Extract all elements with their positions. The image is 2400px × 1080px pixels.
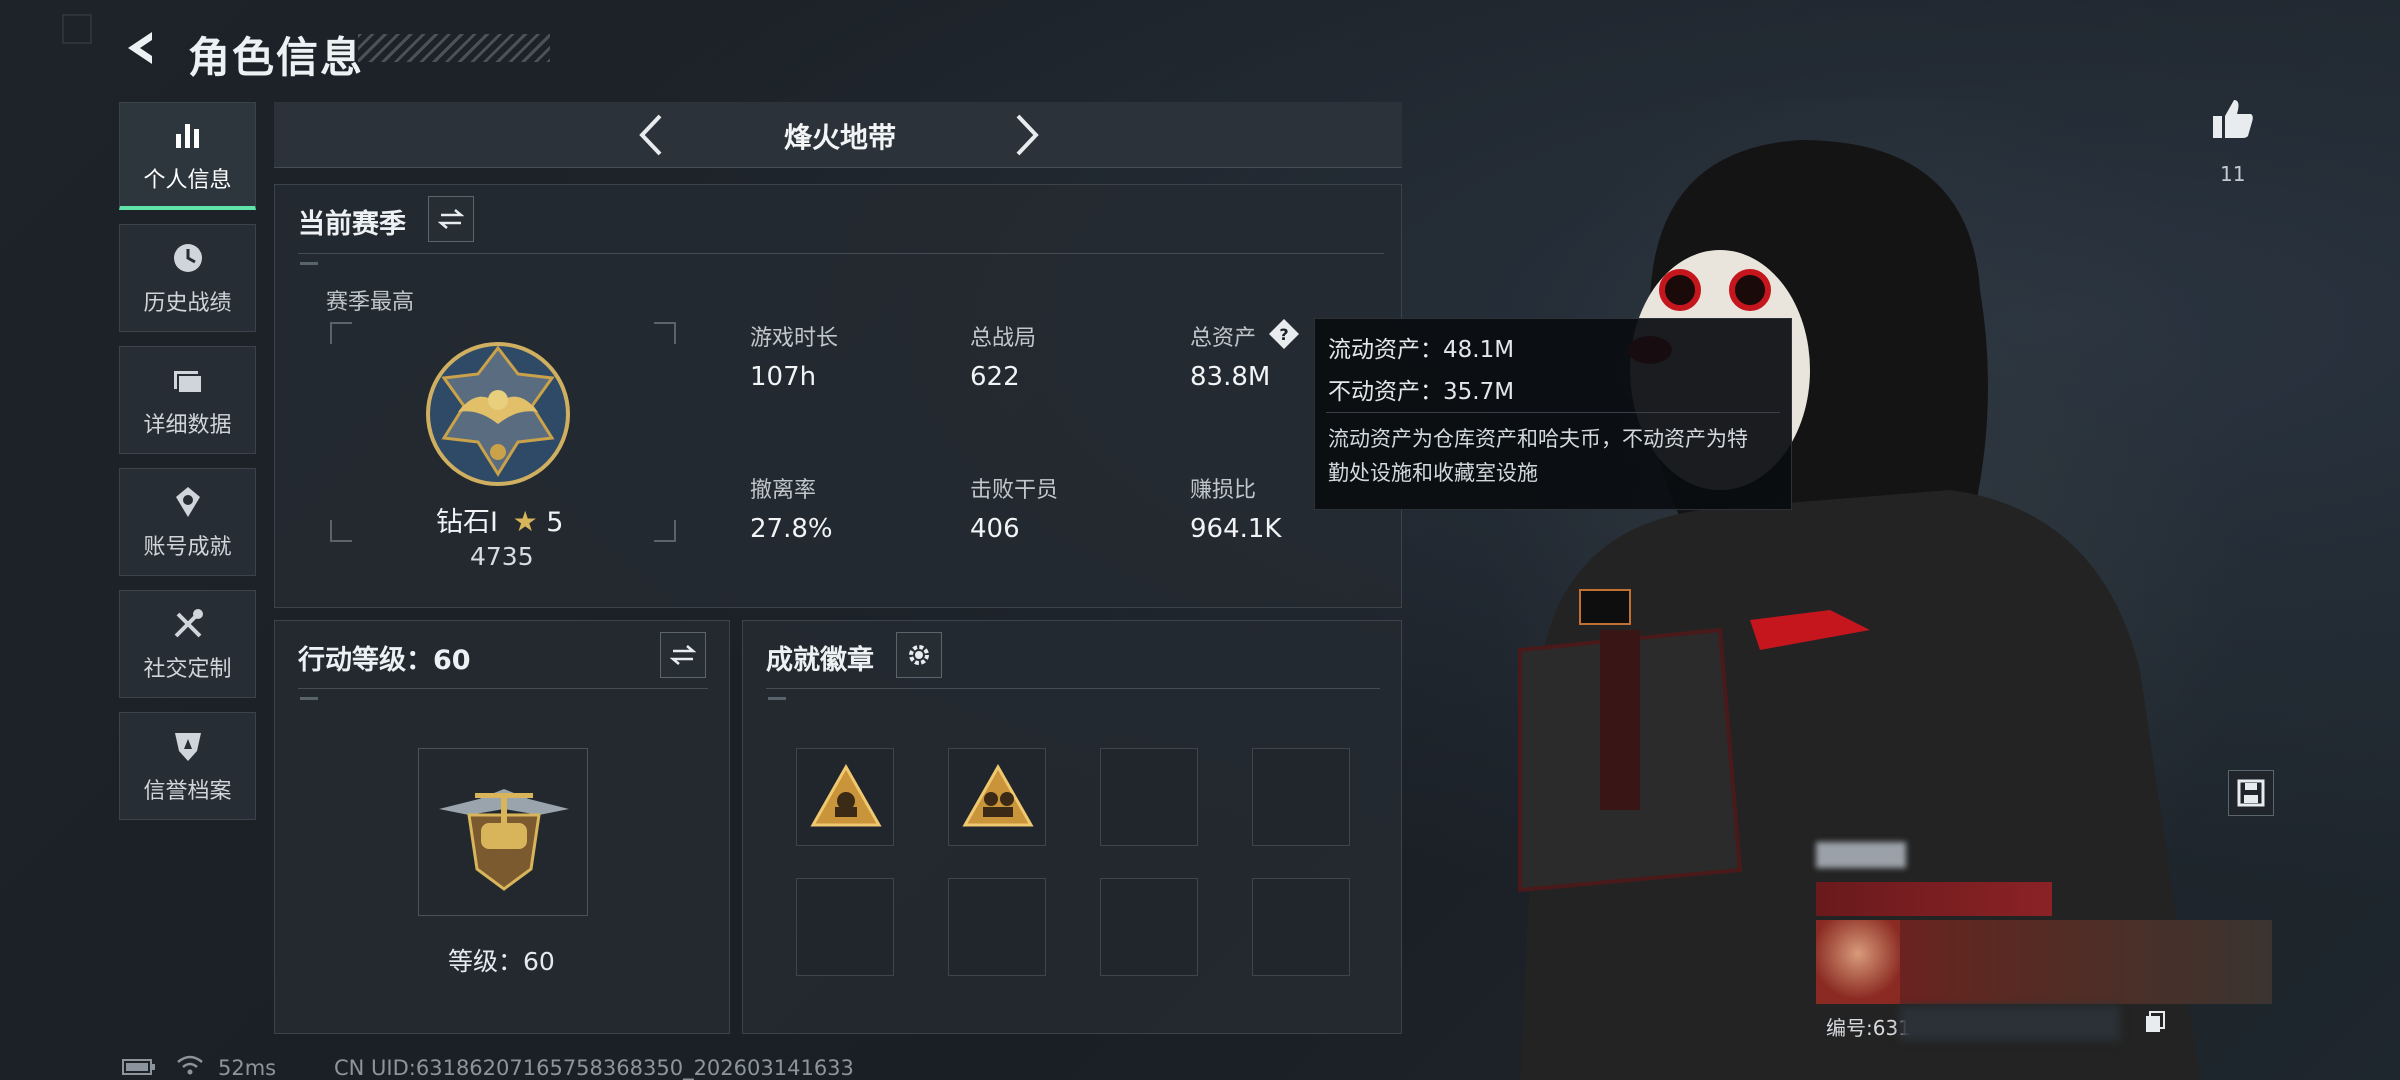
tooltip-liquid-assets: 流动资产：48.1M — [1328, 337, 1515, 363]
achievement-badge-slot-empty[interactable] — [1100, 748, 1198, 846]
gear-icon — [909, 645, 929, 665]
achievement-badge-slot[interactable] — [796, 748, 894, 846]
stat-value-profit-loss-ratio: 964.1K — [1190, 514, 1282, 544]
sidebar-item-label: 社交定制 — [143, 657, 232, 682]
sidebar-item-credit-file[interactable]: 信誉档案 — [119, 712, 256, 820]
stat-label-extraction-rate: 撤离率 — [750, 478, 817, 503]
star-icon: ★ — [512, 505, 538, 538]
achievement-badge-slot-empty[interactable] — [1100, 878, 1198, 976]
season-title: 当前赛季 — [298, 209, 406, 240]
achievement-badge-slot-empty[interactable] — [1252, 878, 1350, 976]
title-decoration — [358, 34, 550, 62]
thumbs-up-icon[interactable] — [2210, 96, 2256, 142]
divider — [298, 688, 708, 689]
level-emblem-frame — [418, 748, 588, 916]
sidebar-item-achievements[interactable]: 账号成就 — [119, 468, 256, 576]
swap-icon — [438, 209, 464, 229]
stat-label-total-assets: 总资产 — [1190, 326, 1257, 351]
stat-value-playtime: 107h — [750, 362, 817, 392]
svg-text:?: ? — [1279, 325, 1288, 344]
stat-value-operators-defeated: 406 — [970, 514, 1020, 544]
frame-corner — [330, 322, 352, 344]
rank-name-text: 钻石Ⅰ — [436, 507, 498, 538]
clock-icon — [173, 244, 202, 272]
back-arrow-icon[interactable] — [118, 26, 162, 70]
sidebar-item-social-custom[interactable]: 社交定制 — [119, 590, 256, 698]
tooltip-divider — [1326, 412, 1780, 413]
divider-tick — [768, 697, 786, 700]
save-button[interactable] — [2228, 770, 2274, 816]
tools-icon — [174, 609, 203, 638]
divider — [298, 253, 1384, 254]
diamond-rank-emblem-icon — [426, 342, 570, 486]
sidebar-item-label: 详细数据 — [143, 413, 232, 438]
battery-icon — [122, 1059, 155, 1075]
rank-stars: 5 — [546, 507, 564, 538]
level-text: 等级：60 — [448, 947, 555, 976]
player-title-banner — [1816, 882, 2052, 916]
achievement-badge-slot-empty[interactable] — [948, 878, 1046, 976]
achievements-settings-button[interactable] — [896, 632, 942, 678]
copy-icon[interactable] — [2144, 1010, 2166, 1034]
achievement-badge-icon — [810, 763, 882, 827]
divider-tick — [300, 697, 318, 700]
stat-label-total-matches: 总战局 — [970, 326, 1037, 351]
season-switch-button[interactable] — [428, 196, 474, 242]
sidebar-item-detailed-data[interactable]: 详细数据 — [119, 346, 256, 454]
wifi-icon — [177, 1055, 203, 1075]
season-highest-label: 赛季最高 — [326, 290, 415, 315]
player-id: 编号:631 — [1826, 1016, 1911, 1040]
tooltip-fixed-assets: 不动资产：35.7M — [1328, 379, 1515, 405]
achievements-title: 成就徽章 — [766, 645, 874, 676]
save-icon — [2237, 779, 2265, 807]
shield-icon — [174, 733, 201, 761]
stat-value-total-assets: 83.8M — [1190, 362, 1271, 392]
achievement-icon — [175, 487, 200, 517]
action-level-title: 行动等级：60 — [298, 645, 471, 676]
sidebar-item-label: 个人信息 — [143, 167, 232, 193]
folder-icon — [173, 371, 203, 394]
sidebar-item-history[interactable]: 历史战绩 — [119, 224, 256, 332]
swap-icon — [670, 645, 696, 665]
sidebar-item-label: 信誉档案 — [143, 779, 232, 804]
frame-corner — [654, 322, 676, 344]
uid-text: CN UID:63186207165758368350_202603141633 — [334, 1056, 854, 1080]
stat-value-extraction-rate: 27.8% — [750, 514, 833, 544]
ping-value: 52ms — [218, 1056, 277, 1080]
achievement-badge-icon — [962, 763, 1034, 827]
bar-chart-icon — [175, 123, 199, 148]
question-icon: ? — [1269, 319, 1299, 349]
stat-label-profit-loss-ratio: 赚损比 — [1190, 478, 1257, 503]
player-name-redacted — [1816, 842, 1906, 868]
tooltip-note: 流动资产为仓库资产和哈夫币，不动资产为特勤处设施和收藏室设施 — [1328, 427, 1748, 485]
next-mode-button[interactable] — [1006, 110, 1046, 160]
sidebar-item-label: 历史战绩 — [143, 291, 232, 316]
player-id-redacted — [1900, 1006, 2120, 1040]
achievement-badge-slot-empty[interactable] — [796, 878, 894, 976]
stat-value-total-matches: 622 — [970, 362, 1020, 392]
stat-label-operators-defeated: 击败干员 — [970, 478, 1059, 503]
player-avatar[interactable] — [1816, 920, 1900, 1004]
achievement-badge-slot[interactable] — [948, 748, 1046, 846]
helicopter-emblem-icon — [439, 789, 569, 891]
rank-points: 4735 — [470, 542, 534, 571]
sidebar-item-personal-info[interactable]: 个人信息 — [119, 102, 256, 210]
stat-label-playtime: 游戏时长 — [750, 326, 839, 351]
corner-decoration — [62, 14, 92, 44]
action-level-switch-button[interactable] — [660, 632, 706, 678]
divider — [766, 688, 1380, 689]
frame-corner — [654, 520, 676, 542]
assets-help-button[interactable]: ? — [1268, 318, 1300, 350]
achievement-badge-slot-empty[interactable] — [1252, 748, 1350, 846]
sidebar-item-label: 账号成就 — [143, 535, 232, 560]
rank-name: 钻石Ⅰ ★ 5 — [436, 500, 563, 539]
page-title: 角色信息 — [188, 33, 365, 82]
divider-tick — [300, 262, 318, 265]
like-count: 11 — [2220, 162, 2246, 186]
frame-corner — [330, 520, 352, 542]
mode-title: 烽火地带 — [783, 121, 896, 154]
